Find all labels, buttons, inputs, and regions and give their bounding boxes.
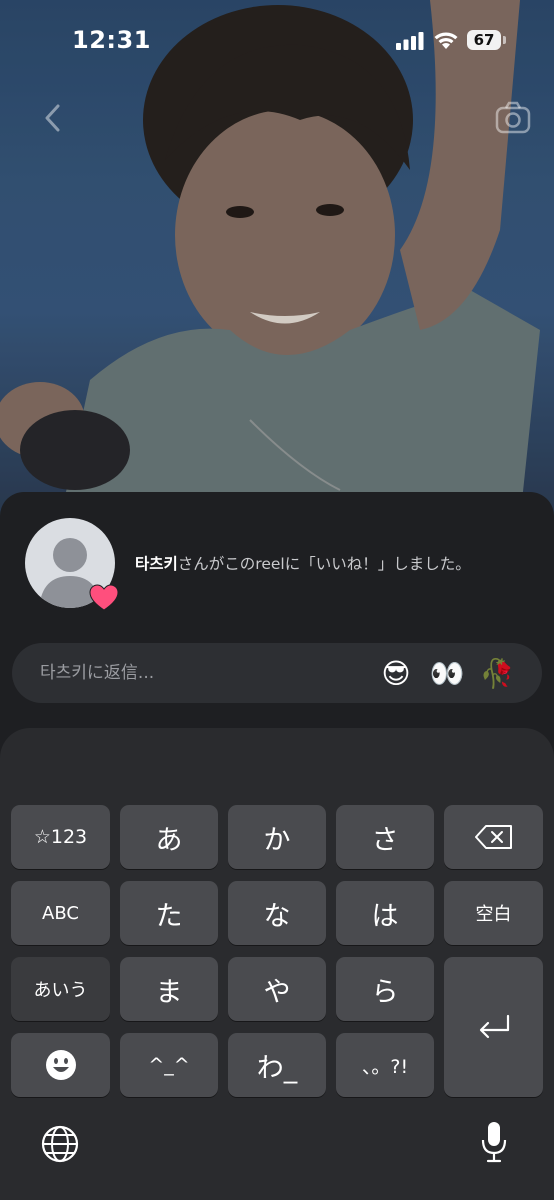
like-notification-text: 타츠키さんがこのreelに「いいね！」しました。: [135, 552, 471, 574]
reply-bar: 😎 👀 🥀: [12, 643, 542, 703]
return-key[interactable]: [444, 957, 543, 1097]
key-ka[interactable]: か: [228, 805, 326, 869]
battery-level: 67: [467, 30, 501, 50]
key-ta[interactable]: た: [120, 881, 218, 945]
camera-button[interactable]: [494, 100, 532, 136]
return-icon: [479, 1014, 509, 1039]
backspace-key[interactable]: [444, 805, 543, 869]
emoji-icon: [45, 1050, 76, 1080]
notification-message: さんがこのreelに「いいね！」しました。: [177, 555, 471, 573]
key-a[interactable]: あ: [120, 805, 218, 869]
camera-icon: [495, 101, 531, 134]
chevron-left-icon: [45, 104, 60, 132]
space-key[interactable]: 空白: [444, 881, 543, 945]
key-abc[interactable]: ABC: [11, 881, 110, 945]
key-wa[interactable]: わ_: [228, 1033, 326, 1097]
quick-reaction-cool[interactable]: 😎: [378, 656, 414, 692]
emoji-key[interactable]: [11, 1033, 110, 1097]
notification-username[interactable]: 타츠키: [135, 555, 178, 573]
globe-icon[interactable]: [40, 1124, 80, 1164]
key-punctuation[interactable]: 、。?!: [336, 1033, 434, 1097]
heart-icon: [89, 584, 119, 611]
wifi-icon: [434, 32, 458, 49]
key-na[interactable]: な: [228, 881, 326, 945]
reply-input[interactable]: [40, 661, 360, 685]
key-kana[interactable]: あいう: [11, 957, 110, 1021]
microphone-icon[interactable]: [481, 1120, 507, 1164]
key-ya[interactable]: や: [228, 957, 326, 1021]
key-ha[interactable]: は: [336, 881, 434, 945]
key-ma[interactable]: ま: [120, 957, 218, 1021]
key-ra[interactable]: ら: [336, 957, 434, 1021]
status-bar: 12:31 67: [0, 0, 554, 84]
cellular-signal-icon: [396, 32, 424, 50]
quick-reaction-wilted-rose[interactable]: 🥀: [479, 656, 515, 692]
status-time: 12:31: [72, 26, 151, 54]
key-sa[interactable]: さ: [336, 805, 434, 869]
quick-reaction-eyes[interactable]: 👀: [429, 656, 465, 692]
key-kaomoji[interactable]: ^_^: [120, 1033, 218, 1097]
backspace-icon: [474, 825, 512, 849]
back-button[interactable]: [38, 100, 68, 136]
battery-icon: 67: [467, 30, 507, 52]
key-symbols[interactable]: ☆123: [11, 805, 110, 869]
